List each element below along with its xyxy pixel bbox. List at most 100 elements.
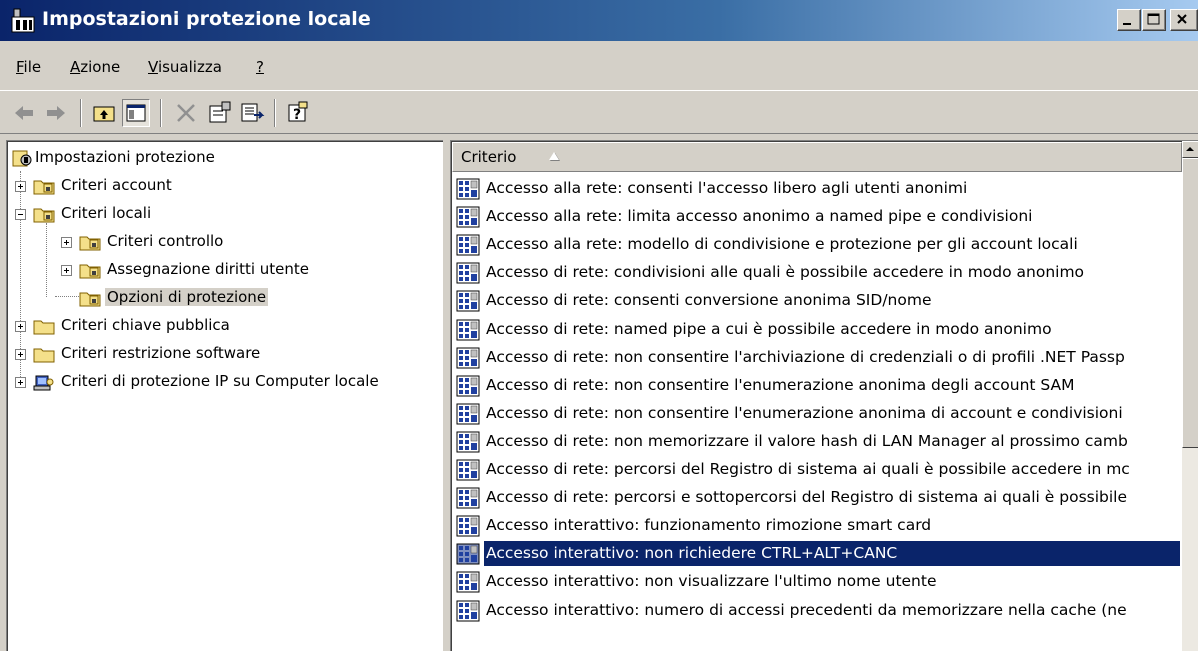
help-button[interactable]: ?: [284, 99, 312, 127]
security-policy-icon: [456, 459, 480, 481]
tree-label-selected: Opzioni di protezione: [105, 288, 269, 306]
security-policy-icon: [456, 262, 480, 284]
minimize-button[interactable]: [1117, 9, 1141, 31]
policy-row[interactable]: Accesso interattivo: non visualizzare l'…: [452, 568, 1180, 596]
policy-list-pane[interactable]: Criterio Accesso alla rete: consenti l'a…: [450, 140, 1198, 651]
tree-label: Criteri restrizione software: [61, 344, 261, 362]
menu-help[interactable]: ?: [256, 58, 264, 76]
collapse-icon[interactable]: [15, 209, 26, 220]
tree-connector: [46, 223, 47, 297]
column-header-criterio[interactable]: Criterio: [452, 142, 1182, 172]
policy-row[interactable]: Accesso di rete: consenti conversione an…: [452, 287, 1180, 315]
security-policy-icon: [456, 431, 480, 453]
policy-row[interactable]: Accesso di rete: non consentire l'enumer…: [452, 400, 1180, 428]
policy-folder-icon: [79, 264, 101, 279]
policy-row-label: Accesso di rete: non consentire l'enumer…: [486, 403, 1123, 422]
show-hide-tree-icon: [126, 104, 146, 122]
policy-row[interactable]: Accesso di rete: non consentire l'enumer…: [452, 372, 1180, 400]
policy-row-label: Accesso alla rete: modello di condivisio…: [486, 235, 1078, 254]
policy-row-label: Accesso di rete: non consentire l'enumer…: [486, 375, 1075, 394]
export-list-button[interactable]: [238, 99, 266, 127]
toolbar-separator: [160, 99, 162, 127]
expand-icon[interactable]: [61, 265, 72, 276]
policy-row[interactable]: Accesso di rete: percorsi e sottopercors…: [452, 484, 1180, 512]
forward-button[interactable]: [42, 99, 70, 127]
export-list-icon: [241, 103, 265, 122]
tree-label: Criteri controllo: [107, 232, 224, 250]
policy-folder-icon: [33, 208, 55, 223]
scroll-thumb[interactable]: [1182, 158, 1198, 448]
tree-label-root: Impostazioni protezione: [35, 148, 215, 166]
expand-icon[interactable]: [15, 377, 26, 388]
properties-icon: [209, 101, 231, 123]
delete-button[interactable]: [172, 99, 200, 127]
expand-icon[interactable]: [61, 237, 72, 248]
title-bar[interactable]: Impostazioni protezione locale: [0, 0, 1198, 42]
show-hide-tree-button[interactable]: [122, 99, 150, 127]
menu-visualizza-accel: V: [148, 58, 158, 76]
security-policy-icon: [456, 403, 480, 425]
policy-row-label: Accesso alla rete: limita accesso anonim…: [486, 207, 1033, 226]
security-policy-icon: [456, 543, 480, 565]
close-button[interactable]: [1170, 9, 1198, 31]
policy-row[interactable]: Accesso interattivo: non richiedere CTRL…: [452, 540, 1180, 568]
policy-row[interactable]: Accesso alla rete: limita accesso anonim…: [452, 203, 1180, 231]
svg-text:?: ?: [293, 107, 301, 123]
policy-row-label: Accesso di rete: percorsi del Registro d…: [486, 460, 1130, 478]
menu-azione-label: zione: [80, 58, 121, 76]
menu-visualizza[interactable]: Visualizza: [148, 58, 222, 76]
app-icon: [11, 8, 35, 33]
policy-row-label: Accesso di rete: non consentire l'archiv…: [486, 347, 1125, 366]
forward-icon: [47, 106, 65, 120]
menu-file-label: ile: [23, 58, 42, 76]
tree-label: Criteri chiave pubblica: [61, 316, 230, 334]
security-policy-icon: [456, 319, 480, 341]
tree-label: Criteri locali: [61, 204, 152, 222]
menu-visualizza-label: isualizza: [157, 58, 222, 76]
policy-row-label: Accesso di rete: condivisioni alle quali…: [486, 263, 1085, 282]
up-folder-button[interactable]: [90, 99, 118, 127]
properties-button[interactable]: [206, 99, 234, 127]
ip-security-icon: [33, 375, 54, 391]
policy-row[interactable]: Accesso di rete: percorsi del Registro d…: [452, 456, 1180, 484]
security-policy-icon: [456, 600, 480, 622]
policy-row[interactable]: Accesso interattivo: numero di accessi p…: [452, 597, 1180, 625]
policy-row[interactable]: Accesso interattivo: funzionamento rimoz…: [452, 512, 1180, 540]
security-policy-icon: [456, 178, 480, 200]
policy-row[interactable]: Accesso alla rete: modello di condivisio…: [452, 231, 1180, 259]
policy-row[interactable]: Accesso di rete: condivisioni alle quali…: [452, 259, 1180, 287]
policy-row-label: Accesso di rete: consenti conversione an…: [486, 291, 932, 310]
security-policy-icon: [456, 515, 480, 537]
maximize-button[interactable]: [1142, 9, 1166, 31]
policy-row[interactable]: Accesso di rete: non consentire l'archiv…: [452, 344, 1180, 372]
security-policy-icon: [456, 571, 480, 593]
back-button[interactable]: [10, 99, 38, 127]
tree-pane[interactable]: Impostazioni protezione Criteri account …: [6, 140, 443, 651]
scroll-up-button[interactable]: [1182, 141, 1198, 158]
expand-icon[interactable]: [15, 321, 26, 332]
expand-icon[interactable]: [15, 349, 26, 360]
policy-row-label: Accesso di rete: named pipe a cui è poss…: [486, 319, 1052, 338]
menu-help-accel: ?: [256, 58, 264, 76]
security-policy-icon: [456, 487, 480, 509]
expand-icon[interactable]: [15, 181, 26, 192]
menu-file[interactable]: File: [16, 58, 41, 76]
up-folder-icon: [93, 106, 115, 122]
vertical-scrollbar[interactable]: [1182, 141, 1198, 651]
minimize-icon: [1123, 23, 1131, 25]
window-title: Impostazioni protezione locale: [42, 8, 371, 30]
policy-row-label: Accesso interattivo: funzionamento rimoz…: [486, 516, 932, 535]
policy-row[interactable]: Accesso alla rete: consenti l'accesso li…: [452, 175, 1180, 203]
close-icon: [1177, 14, 1187, 24]
policy-row-label: Accesso interattivo: non richiedere CTRL…: [486, 544, 898, 563]
toolbar-separator: [80, 99, 82, 127]
column-header-label: Criterio: [461, 148, 517, 166]
menu-file-accel: F: [16, 58, 24, 76]
policy-row[interactable]: Accesso di rete: named pipe a cui è poss…: [452, 316, 1180, 344]
policy-row[interactable]: Accesso di rete: non memorizzare il valo…: [452, 428, 1180, 456]
menu-azione[interactable]: Azione: [70, 58, 120, 76]
security-policy-icon: [456, 206, 480, 228]
menu-azione-accel: A: [70, 58, 81, 76]
security-policy-icon: [456, 347, 480, 369]
menu-bar: File Azione Visualizza ?: [0, 54, 1198, 82]
